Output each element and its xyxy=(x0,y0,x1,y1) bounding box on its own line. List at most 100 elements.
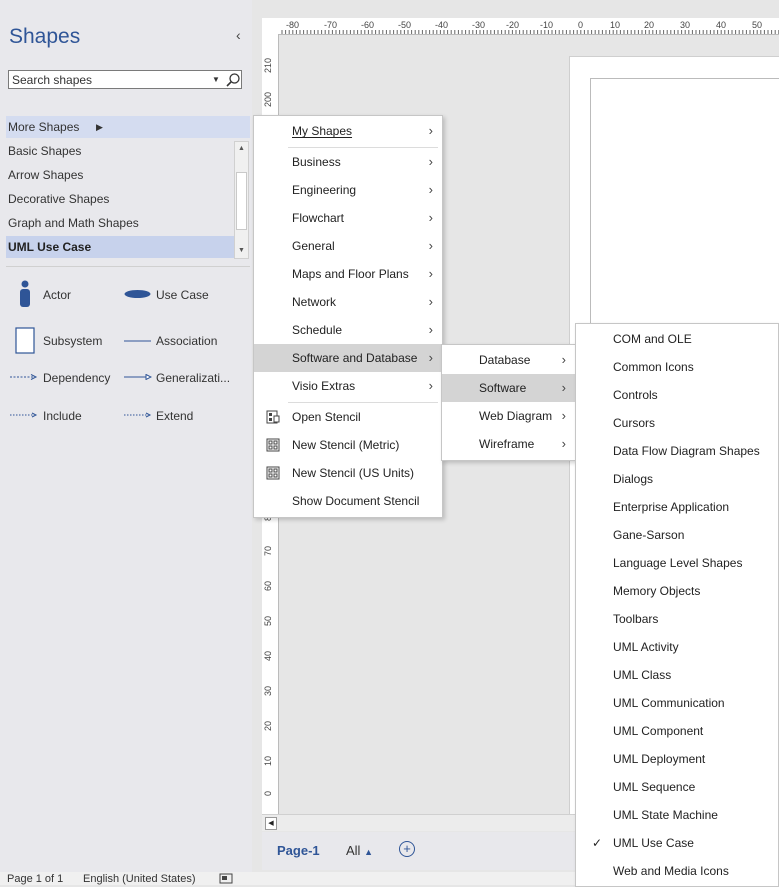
search-icon[interactable] xyxy=(225,72,241,88)
shape-dependency[interactable]: Dependency xyxy=(43,371,110,385)
shape-actor[interactable]: Actor xyxy=(43,288,71,302)
stencil-uml-use-case[interactable]: ✓ UML Use Case xyxy=(576,829,778,857)
stencil-cursors[interactable]: Cursors xyxy=(576,409,778,437)
menu-label: Data Flow Diagram Shapes xyxy=(613,444,760,458)
extend-icon[interactable] xyxy=(124,412,152,418)
menu-item-new-stencil-metric[interactable]: New Stencil (Metric) xyxy=(254,431,442,459)
all-pages-button[interactable]: All ▲ xyxy=(346,843,373,858)
search-shapes-input[interactable]: Search shapes ▼ xyxy=(8,70,242,89)
ruler-label: 20 xyxy=(263,721,273,732)
stencil-controls[interactable]: Controls xyxy=(576,381,778,409)
menu-item-show-document-stencil[interactable]: Show Document Stencil xyxy=(254,487,442,515)
chevron-right-icon: › xyxy=(428,266,433,281)
search-dropdown-icon[interactable]: ▼ xyxy=(212,75,220,84)
ruler-label: 30 xyxy=(263,686,273,697)
add-page-icon[interactable]: + xyxy=(399,841,415,857)
dependency-icon[interactable] xyxy=(10,374,38,380)
stencil-uml-class[interactable]: UML Class xyxy=(576,661,778,689)
menu-item-new-stencil-us[interactable]: New Stencil (US Units) xyxy=(254,459,442,487)
menu-label: UML Component xyxy=(613,724,704,738)
menu-item-open-stencil[interactable]: Open Stencil xyxy=(254,403,442,431)
subsystem-icon[interactable] xyxy=(15,327,35,354)
menu-item-engineering[interactable]: Engineering › xyxy=(254,176,442,204)
stencil-dialogs[interactable]: Dialogs xyxy=(576,465,778,493)
ruler-label: 50 xyxy=(263,616,273,627)
menu-item-wireframe[interactable]: Wireframe › xyxy=(442,430,575,458)
category-graph-math-shapes[interactable]: Graph and Math Shapes xyxy=(6,212,234,234)
stencil-enterprise-application[interactable]: Enterprise Application xyxy=(576,493,778,521)
chevron-right-icon: › xyxy=(428,322,433,337)
scroll-down-icon[interactable]: ▼ xyxy=(236,245,247,257)
include-icon[interactable] xyxy=(10,412,38,418)
ruler-label: -30 xyxy=(472,20,486,30)
collapse-pane-icon[interactable]: ‹ xyxy=(236,27,241,43)
chevron-right-icon: › xyxy=(561,436,566,451)
shape-include[interactable]: Include xyxy=(43,409,82,423)
shape-use-case[interactable]: Use Case xyxy=(156,288,209,302)
status-page[interactable]: Page 1 of 1 xyxy=(7,873,63,885)
ruler-label: -70 xyxy=(324,20,338,30)
stencil-uml-sequence[interactable]: UML Sequence xyxy=(576,773,778,801)
menu-item-maps-floor-plans[interactable]: Maps and Floor Plans › xyxy=(254,260,442,288)
menu-label: UML State Machine xyxy=(613,808,718,822)
stencil-gane-sarson[interactable]: Gane-Sarson xyxy=(576,521,778,549)
stencil-common-icons[interactable]: Common Icons xyxy=(576,353,778,381)
scroll-thumb[interactable] xyxy=(236,172,247,230)
stencil-toolbars[interactable]: Toolbars xyxy=(576,605,778,633)
stencil-web-media-icons[interactable]: Web and Media Icons xyxy=(576,857,778,885)
stencil-uml-activity[interactable]: UML Activity xyxy=(576,633,778,661)
category-decorative-shapes[interactable]: Decorative Shapes xyxy=(6,188,234,210)
stencil-uml-component[interactable]: UML Component xyxy=(576,717,778,745)
stencil-data-flow[interactable]: Data Flow Diagram Shapes xyxy=(576,437,778,465)
stencil-language-level[interactable]: Language Level Shapes xyxy=(576,549,778,577)
category-basic-shapes[interactable]: Basic Shapes xyxy=(6,140,234,162)
menu-item-network[interactable]: Network › xyxy=(254,288,442,316)
chevron-right-icon: › xyxy=(561,408,566,423)
association-icon[interactable] xyxy=(124,340,151,342)
menu-label: Schedule xyxy=(292,323,343,337)
scroll-left-icon[interactable]: ◀ xyxy=(265,817,277,830)
stencil-uml-state-machine[interactable]: UML State Machine xyxy=(576,801,778,829)
menu-item-my-shapes[interactable]: My Shapes › xyxy=(254,117,442,145)
menu-item-flowchart[interactable]: Flowchart › xyxy=(254,204,442,232)
more-shapes-button[interactable]: More Shapes ▶ xyxy=(6,116,250,138)
shape-generalization[interactable]: Generalizati... xyxy=(156,371,230,385)
stencil-uml-deployment[interactable]: UML Deployment xyxy=(576,745,778,773)
ruler-label: -10 xyxy=(540,20,554,30)
stencil-com-ole[interactable]: COM and OLE xyxy=(576,325,778,353)
menu-label: Enterprise Application xyxy=(613,500,730,514)
category-uml-use-case[interactable]: UML Use Case xyxy=(6,236,234,258)
category-arrow-shapes[interactable]: Arrow Shapes xyxy=(6,164,234,186)
menu-label: UML Sequence xyxy=(613,780,696,794)
status-language[interactable]: English (United States) xyxy=(83,873,196,885)
tab-page-1[interactable]: Page-1 xyxy=(277,843,320,858)
menu-item-visio-extras[interactable]: Visio Extras › xyxy=(254,372,442,400)
stencil-uml-communication[interactable]: UML Communication xyxy=(576,689,778,717)
menu-item-database[interactable]: Database › xyxy=(442,346,575,374)
menu-label: Gane-Sarson xyxy=(613,528,685,542)
stencil-memory-objects[interactable]: Memory Objects xyxy=(576,577,778,605)
shape-extend[interactable]: Extend xyxy=(156,409,193,423)
menu-label: Web Diagram xyxy=(479,409,553,423)
menu-item-schedule[interactable]: Schedule › xyxy=(254,316,442,344)
category-scrollbar[interactable]: ▲ ▼ xyxy=(234,141,249,259)
menu-label: Flowchart xyxy=(292,211,345,225)
menu-item-software-database[interactable]: Software and Database › xyxy=(254,344,442,372)
software-submenu: COM and OLE Common Icons Controls Cursor… xyxy=(575,323,779,887)
macro-record-icon[interactable] xyxy=(219,873,233,884)
chevron-right-icon: › xyxy=(428,182,433,197)
generalization-icon[interactable] xyxy=(124,374,152,380)
menu-item-web-diagram[interactable]: Web Diagram › xyxy=(442,402,575,430)
shape-subsystem[interactable]: Subsystem xyxy=(43,334,102,348)
menu-label: UML Use Case xyxy=(613,836,694,850)
scroll-up-icon[interactable]: ▲ xyxy=(236,143,247,155)
actor-icon[interactable] xyxy=(16,280,34,308)
all-pages-label: All xyxy=(346,843,361,858)
pane-title: Shapes xyxy=(9,25,81,48)
use-case-icon[interactable] xyxy=(124,289,151,299)
menu-item-software[interactable]: Software › xyxy=(442,374,575,402)
ruler-label: 50 xyxy=(752,20,763,30)
shape-association[interactable]: Association xyxy=(156,334,217,348)
menu-item-business[interactable]: Business › xyxy=(254,148,442,176)
menu-item-general[interactable]: General › xyxy=(254,232,442,260)
